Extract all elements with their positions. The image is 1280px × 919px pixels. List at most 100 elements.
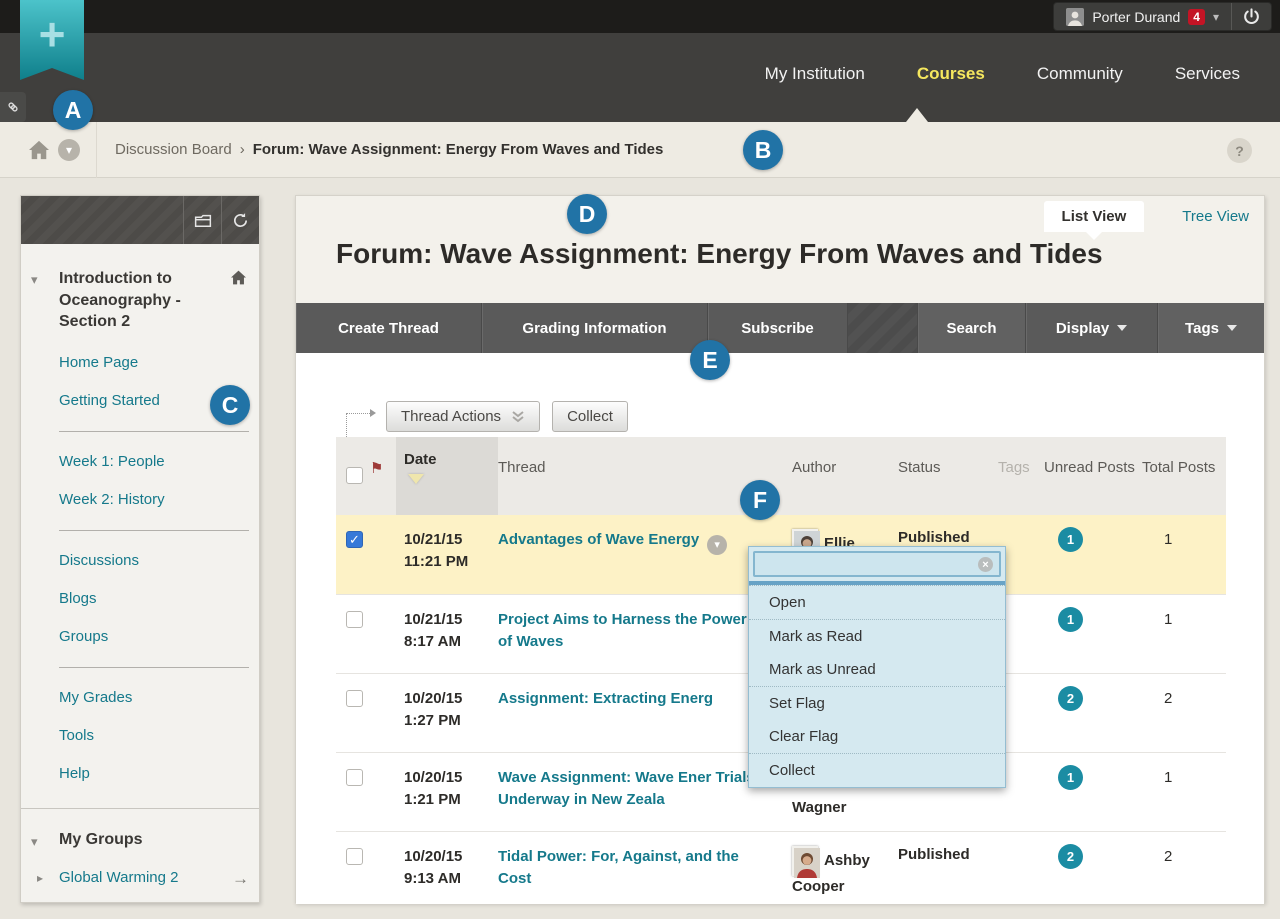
open-group-arrow-icon[interactable]: →: [232, 869, 249, 889]
user-menu[interactable]: Porter Durand 4 ▾: [1053, 2, 1272, 31]
unread-posts-badge[interactable]: 2: [1058, 686, 1083, 711]
forum-action-bar: Create Thread Grading Information Subscr…: [296, 303, 1264, 353]
divider: [21, 808, 259, 809]
page-title: Forum: Wave Assignment: Energy From Wave…: [336, 238, 1103, 270]
total-posts: 1: [1142, 753, 1226, 831]
menu-item-set-flag[interactable]: Set Flag: [749, 687, 1005, 720]
search-button[interactable]: Search: [918, 303, 1026, 353]
row-checkbox[interactable]: ✓: [346, 531, 363, 548]
divider: [96, 122, 97, 178]
column-header-status[interactable]: Status: [898, 437, 998, 515]
row-checkbox[interactable]: [346, 769, 363, 786]
power-icon: [1242, 7, 1261, 26]
column-header-unread-posts[interactable]: Unread Posts: [1044, 437, 1142, 515]
divider: [59, 667, 249, 668]
thread-link[interactable]: Tidal Power: For, Against, and the Cost: [498, 848, 739, 887]
link-shortcut[interactable]: [0, 92, 26, 122]
row-checkbox[interactable]: [346, 690, 363, 707]
sidebar-item-help[interactable]: Help: [59, 765, 259, 782]
sidebar-item-groups[interactable]: Groups: [59, 628, 259, 645]
logout-button[interactable]: [1231, 3, 1271, 30]
menu-item-open[interactable]: Open: [749, 586, 1005, 619]
thread-link[interactable]: Project Aims to Harness the Power of Wav…: [498, 611, 747, 650]
tab-tree-view[interactable]: Tree View: [1182, 208, 1249, 225]
column-header-total-posts[interactable]: Total Posts: [1142, 437, 1226, 515]
create-thread-button[interactable]: Create Thread: [296, 303, 482, 353]
tags-label: Tags: [1185, 320, 1219, 337]
annotation-e: E: [690, 340, 730, 380]
close-icon[interactable]: ×: [978, 557, 993, 572]
sidebar-item-home-page[interactable]: Home Page: [59, 354, 259, 371]
display-label: Display: [1056, 320, 1109, 337]
my-groups-heading: My Groups: [59, 831, 143, 848]
nav-tab-services[interactable]: Services: [1175, 64, 1240, 84]
annotation-b: B: [743, 130, 783, 170]
course-sidebar: ▾ Introduction to Oceanography - Section…: [20, 195, 260, 903]
sidebar-item-global-warming-2[interactable]: Global Warming 2: [59, 869, 249, 886]
sidebar-item-discussions[interactable]: Discussions: [59, 552, 259, 569]
thread-link[interactable]: Assignment: Extracting Energ: [498, 690, 713, 707]
chevron-down-icon[interactable]: ▾: [1213, 10, 1219, 24]
collapse-caret-icon[interactable]: ▾: [31, 834, 38, 850]
collapse-caret-icon[interactable]: ▾: [31, 272, 38, 288]
breadcrumb-current: Forum: Wave Assignment: Energy From Wave…: [253, 141, 664, 158]
collect-button[interactable]: Collect: [552, 401, 628, 432]
select-all-checkbox[interactable]: [346, 467, 363, 484]
row-checkbox[interactable]: [346, 848, 363, 865]
thread-actions-button[interactable]: Thread Actions: [386, 401, 540, 432]
action-bar-gap: [848, 303, 918, 353]
unread-posts-badge[interactable]: 1: [1058, 765, 1083, 790]
sidebar-item-week1[interactable]: Week 1: People: [59, 453, 259, 470]
thread-menu-icon[interactable]: ▾: [707, 535, 727, 555]
annotation-f: F: [740, 480, 780, 520]
sort-descending-icon: [408, 474, 424, 484]
menu-item-mark-as-unread[interactable]: Mark as Unread: [749, 653, 1005, 686]
nav-tab-community[interactable]: Community: [1037, 64, 1123, 84]
unread-posts-badge[interactable]: 1: [1058, 527, 1083, 552]
add-course-ribbon[interactable]: +: [20, 0, 84, 80]
top-bar: Porter Durand 4 ▾ My Institution Courses…: [0, 0, 1280, 122]
double-chevron-icon: [511, 410, 525, 423]
tags-menu-button[interactable]: Tags: [1158, 303, 1264, 353]
sidebar-item-tools[interactable]: Tools: [59, 727, 259, 744]
display-menu-button[interactable]: Display: [1026, 303, 1158, 353]
refresh-button[interactable]: [221, 196, 259, 244]
notification-badge[interactable]: 4: [1188, 9, 1205, 25]
row-checkbox[interactable]: [346, 611, 363, 628]
course-home-icon[interactable]: [230, 270, 247, 285]
expand-caret-icon[interactable]: ▸: [37, 871, 43, 885]
thread-link[interactable]: Advantages of Wave Energy: [498, 531, 699, 548]
sidebar-toolbar: [21, 196, 259, 244]
context-menu-header: ×: [753, 551, 1001, 577]
nav-tab-courses[interactable]: Courses: [917, 64, 985, 84]
tab-list-view[interactable]: List View: [1044, 201, 1145, 232]
breadcrumb-link-discussion-board[interactable]: Discussion Board: [115, 141, 232, 158]
divider: [59, 530, 249, 531]
subscribe-button[interactable]: Subscribe: [708, 303, 848, 353]
unread-posts-badge[interactable]: 2: [1058, 844, 1083, 869]
menu-item-collect[interactable]: Collect: [749, 754, 1005, 787]
nav-tab-my-institution[interactable]: My Institution: [765, 64, 865, 84]
chevron-down-icon: [1117, 325, 1127, 331]
total-posts: 2: [1142, 674, 1226, 752]
menu-item-clear-flag[interactable]: Clear Flag: [749, 720, 1005, 753]
user-avatar: [1066, 8, 1084, 26]
sidebar-item-my-grades[interactable]: My Grades: [59, 689, 259, 706]
folder-view-button[interactable]: [183, 196, 221, 244]
column-header-author[interactable]: Author: [792, 437, 898, 515]
breadcrumb: Discussion Board › Forum: Wave Assignmen…: [115, 141, 663, 158]
unread-posts-badge[interactable]: 1: [1058, 607, 1083, 632]
grading-information-button[interactable]: Grading Information: [482, 303, 708, 353]
sidebar-item-blogs[interactable]: Blogs: [59, 590, 259, 607]
column-header-date[interactable]: Date: [396, 437, 498, 515]
table-header-row: ⚑ Date Thread Author Status Tags Unread …: [336, 437, 1226, 515]
menu-item-mark-as-read[interactable]: Mark as Read: [749, 620, 1005, 653]
sidebar-item-week2[interactable]: Week 2: History: [59, 491, 259, 508]
top-bar-upper: Porter Durand 4 ▾: [0, 0, 1280, 33]
home-icon[interactable]: [28, 140, 50, 160]
help-button[interactable]: ?: [1227, 138, 1252, 163]
total-posts: 1: [1142, 595, 1226, 673]
column-header-tags[interactable]: Tags: [998, 437, 1044, 515]
breadcrumb-dropdown-icon[interactable]: ▾: [58, 139, 80, 161]
thread-link[interactable]: Wave Assignment: Wave Ener Trials Underw…: [498, 769, 755, 808]
